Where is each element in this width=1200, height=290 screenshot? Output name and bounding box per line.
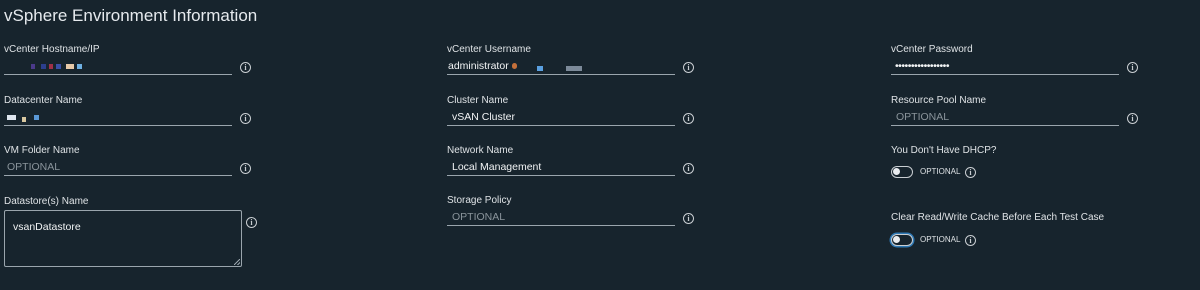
info-icon[interactable]: i — [965, 167, 976, 178]
redacted-value — [31, 60, 82, 72]
info-icon[interactable]: i — [240, 113, 251, 124]
page-title: vSphere Environment Information — [4, 6, 258, 25]
info-icon[interactable]: i — [683, 213, 694, 224]
vm-folder-label: VM Folder Name — [4, 145, 80, 156]
network-label: Network Name — [447, 145, 514, 156]
info-icon[interactable]: i — [246, 217, 257, 228]
info-icon[interactable]: i — [965, 235, 976, 246]
username-input[interactable]: administrator — [447, 57, 675, 75]
dhcp-label: You Don't Have DHCP? — [891, 145, 997, 156]
info-icon[interactable]: i — [240, 62, 251, 73]
info-icon[interactable]: i — [1127, 62, 1138, 73]
datastore-label: Datastore(s) Name — [4, 196, 89, 207]
datacenter-label: Datacenter Name — [4, 95, 83, 106]
vm-folder-input[interactable]: OPTIONAL — [4, 158, 232, 176]
datastore-value: vsanDatastore — [13, 221, 81, 233]
datacenter-input[interactable] — [4, 108, 232, 126]
storage-policy-label: Storage Policy — [447, 195, 512, 206]
resource-pool-input[interactable]: OPTIONAL — [891, 108, 1119, 126]
info-icon[interactable]: i — [240, 163, 251, 174]
info-icon[interactable]: i — [683, 163, 694, 174]
toggle-knob — [893, 168, 900, 175]
redacted-value — [511, 60, 583, 72]
info-icon[interactable]: i — [683, 62, 694, 73]
password-input[interactable]: ••••••••••••••••• — [891, 57, 1119, 75]
resource-pool-label: Resource Pool Name — [891, 95, 987, 106]
cluster-label: Cluster Name — [447, 95, 509, 106]
storage-policy-input[interactable]: OPTIONAL — [447, 208, 675, 226]
datastore-textarea[interactable]: vsanDatastore — [4, 210, 242, 267]
hostname-label: vCenter Hostname/IP — [4, 44, 100, 55]
username-label: vCenter Username — [447, 44, 531, 55]
password-label: vCenter Password — [891, 44, 973, 55]
username-value: administrator — [448, 60, 509, 72]
clear-cache-toggle[interactable] — [891, 234, 913, 246]
hostname-input[interactable] — [4, 57, 232, 75]
network-input[interactable]: Local Management — [447, 158, 675, 176]
cluster-input[interactable]: vSAN Cluster — [447, 108, 675, 126]
toggle-knob — [893, 236, 900, 243]
dhcp-toggle[interactable] — [891, 166, 913, 178]
dhcp-toggle-label: OPTIONAL — [920, 167, 961, 176]
clear-cache-label: Clear Read/Write Cache Before Each Test … — [891, 212, 1105, 223]
info-icon[interactable]: i — [683, 113, 694, 124]
resize-handle-icon[interactable] — [234, 259, 240, 265]
info-icon[interactable]: i — [1127, 113, 1138, 124]
redacted-value — [7, 111, 39, 123]
clear-cache-toggle-label: OPTIONAL — [920, 235, 961, 244]
